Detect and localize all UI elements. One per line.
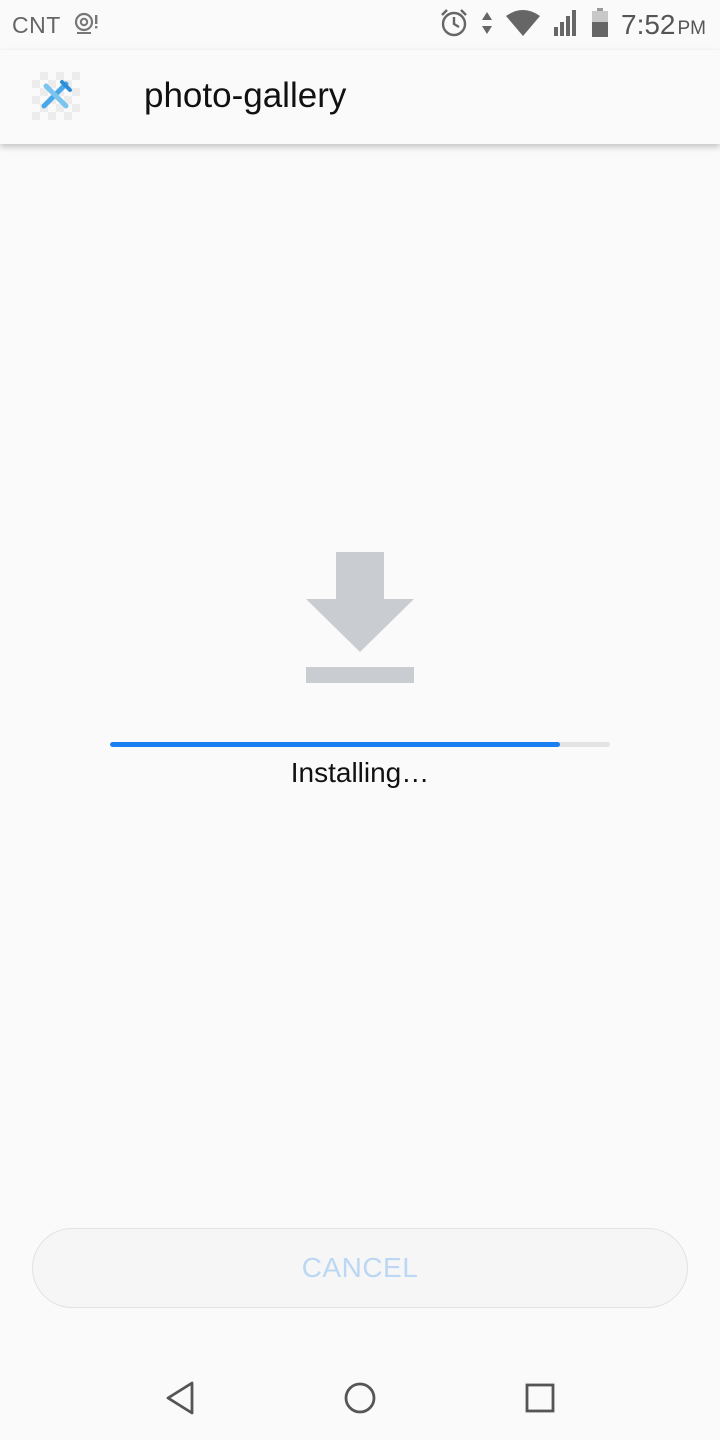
clock-time: 7:52 — [621, 9, 676, 40]
navigation-bar — [0, 1350, 720, 1440]
app-title: photo-gallery — [144, 76, 347, 115]
recents-icon[interactable] — [520, 1378, 560, 1418]
install-status-text: Installing… — [290, 757, 430, 788]
app-icon — [32, 72, 80, 120]
back-icon[interactable] — [160, 1378, 200, 1418]
install-progress-fill — [110, 742, 560, 747]
status-bar: CNT 7:52 PM — [0, 0, 720, 50]
status-bar-left: CNT — [12, 11, 99, 40]
carrier-name: CNT — [12, 11, 61, 38]
cancel-button-label: CANCEL — [301, 1252, 419, 1283]
clock-ampm: PM — [677, 18, 707, 39]
app-bar: photo-gallery — [0, 50, 720, 144]
cancel-button[interactable]: CANCEL — [32, 1228, 688, 1308]
battery-icon — [591, 7, 609, 43]
home-icon[interactable] — [340, 1378, 380, 1418]
status-bar-right: 7:52 PM — [439, 7, 706, 43]
download-icon — [306, 552, 414, 684]
hotspot-icon — [73, 11, 99, 40]
alarm-icon — [439, 8, 469, 43]
wifi-icon — [505, 9, 541, 42]
signal-icon — [553, 9, 579, 42]
install-progress-bar — [110, 742, 610, 747]
clock: 7:52 PM — [621, 9, 706, 41]
data-transfer-icon — [481, 10, 493, 41]
